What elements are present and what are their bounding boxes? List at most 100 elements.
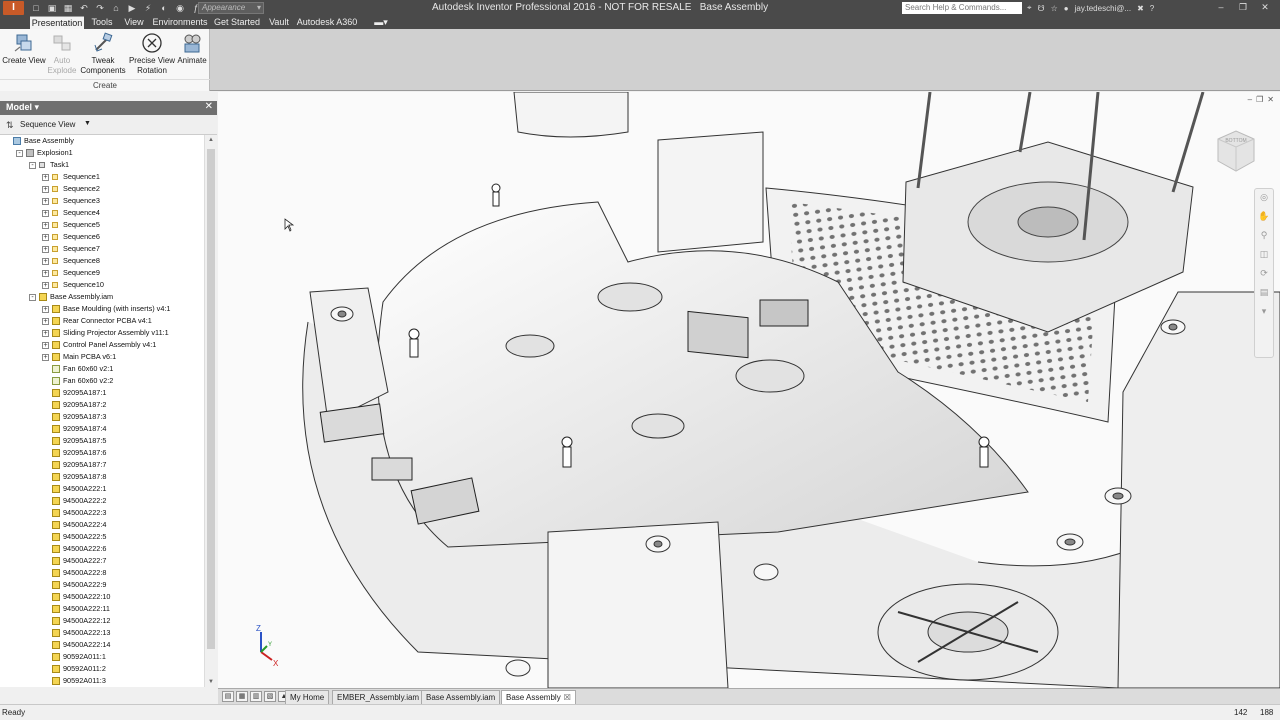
subscription-icon[interactable]: ☋: [1038, 4, 1045, 13]
part-icon: [52, 413, 60, 421]
animate-button[interactable]: Animate: [176, 31, 208, 77]
home-icon[interactable]: ⌂: [110, 2, 122, 14]
close-icon[interactable]: ✕: [1254, 0, 1276, 14]
tab-get-started[interactable]: Get Started: [212, 16, 262, 29]
material-icon[interactable]: ◐: [158, 2, 170, 14]
restore-icon[interactable]: ❐: [1256, 95, 1263, 104]
tab-vault[interactable]: Vault: [266, 16, 292, 29]
chevron-down-icon[interactable]: ▼: [84, 120, 91, 127]
save-icon[interactable]: ▦: [62, 2, 74, 14]
select-icon[interactable]: ▶: [126, 2, 138, 14]
tab-tools[interactable]: Tools: [88, 16, 116, 29]
expand-icon[interactable]: +: [42, 282, 49, 289]
update-icon[interactable]: ⚡: [142, 2, 154, 14]
expand-icon[interactable]: +: [42, 210, 49, 217]
close-tab-icon[interactable]: ☒: [564, 693, 571, 702]
tree-item-label: Sequence4: [63, 208, 100, 217]
doc-tab-my-home[interactable]: My Home: [285, 690, 330, 704]
expand-icon[interactable]: +: [42, 246, 49, 253]
arrange-icon[interactable]: ▧: [264, 691, 276, 702]
steering-wheel-icon[interactable]: ◎: [1255, 192, 1273, 208]
close-icon[interactable]: ✕: [1267, 95, 1274, 104]
tab-presentation[interactable]: Presentation: [30, 16, 84, 29]
browser-title[interactable]: Model ▾: [6, 102, 39, 113]
coordinate-triad: Z X Y: [256, 624, 279, 668]
tab-environments[interactable]: Environments: [152, 16, 208, 29]
collapse-icon[interactable]: -: [29, 162, 36, 169]
precise-view-rotation-icon: [142, 33, 162, 53]
help-icon[interactable]: ?: [1150, 4, 1154, 13]
tab-autodesk-a360[interactable]: Autodesk A360: [296, 16, 358, 29]
doc-tab-base-assembly[interactable]: Base Assembly ☒: [501, 690, 576, 704]
doc-tab-label: Base Assembly.iam: [426, 693, 496, 702]
collapse-icon[interactable]: -: [16, 150, 23, 157]
pan-icon[interactable]: ✋: [1255, 211, 1273, 227]
create-view-button[interactable]: Create View: [2, 31, 46, 77]
document-tabs: ▤ ▦ ▥ ▧ ▲ My Home EMBER_Assembly.iam Bas…: [218, 688, 1280, 704]
scrollbar-thumb[interactable]: [207, 149, 215, 649]
view-mode-select[interactable]: Sequence View: [20, 120, 75, 129]
window-controls: – ❐ ✕: [1210, 0, 1276, 14]
viewcube[interactable]: BOTTOM: [1212, 127, 1258, 175]
minimize-icon[interactable]: –: [1248, 95, 1252, 104]
expand-icon[interactable]: +: [42, 258, 49, 265]
animate-icon: [184, 34, 201, 53]
user-name[interactable]: jay.tedeschi@...: [1075, 4, 1131, 13]
appearance-icon[interactable]: ◉: [174, 2, 186, 14]
open-folder-icon[interactable]: ▣: [46, 2, 58, 14]
scroll-down-icon[interactable]: ▼: [208, 679, 214, 685]
doc-tab-ember-assembly[interactable]: EMBER_Assembly.iam: [332, 690, 425, 704]
auto-explode-button[interactable]: Auto Explode: [46, 31, 78, 77]
tile-vertical-icon[interactable]: ▦: [236, 691, 248, 702]
tweak-components-button[interactable]: Tweak Components: [78, 31, 128, 77]
tab-view[interactable]: View: [120, 16, 148, 29]
zoom-all-icon[interactable]: ◫: [1255, 249, 1273, 265]
new-file-icon[interactable]: □: [30, 2, 42, 14]
graphics-viewport[interactable]: – ❐ ✕ BOTTOM ◎ ✋ ⚲ ◫ ⟳ ▤ ▾ Z X Y: [218, 92, 1280, 688]
doc-tab-base-assembly-iam[interactable]: Base Assembly.iam: [421, 690, 501, 704]
assembly-model-render[interactable]: [218, 92, 1280, 688]
scroll-up-icon[interactable]: ▲: [208, 137, 214, 143]
binoculars-icon[interactable]: ⌖: [1027, 3, 1032, 13]
minimize-icon[interactable]: –: [1210, 0, 1232, 14]
look-at-icon[interactable]: ▤: [1255, 287, 1273, 303]
redo-icon[interactable]: ↷: [94, 2, 106, 14]
tree-item-label: Task1: [50, 160, 70, 169]
tree-item-label: Sequence7: [63, 244, 100, 253]
expand-icon[interactable]: +: [42, 330, 49, 337]
undo-icon[interactable]: ↶: [78, 2, 90, 14]
precise-view-rotation-button[interactable]: Precise View Rotation: [128, 31, 176, 77]
ribbon-panel: Create View Auto Explode Tweak Component…: [0, 29, 1280, 91]
cascade-icon[interactable]: ▥: [250, 691, 262, 702]
expand-icon[interactable]: +: [42, 198, 49, 205]
appearance-dropdown[interactable]: Appearance ▾: [198, 2, 264, 14]
zoom-icon[interactable]: ⚲: [1255, 230, 1273, 246]
ribbon-options-icon[interactable]: ▬▾: [372, 16, 390, 29]
expand-icon[interactable]: +: [42, 234, 49, 241]
expand-icon[interactable]: +: [42, 174, 49, 181]
star-icon[interactable]: ☆: [1051, 4, 1058, 13]
user-icon[interactable]: ●: [1064, 4, 1069, 13]
expand-icon[interactable]: +: [42, 342, 49, 349]
expand-icon[interactable]: +: [42, 354, 49, 361]
expand-icon[interactable]: +: [42, 318, 49, 325]
orbit-icon[interactable]: ⟳: [1255, 268, 1273, 284]
title-right-tools: ⌖ ☋ ☆ ● jay.tedeschi@... ✖ ?: [1027, 2, 1154, 14]
collapse-icon[interactable]: -: [29, 294, 36, 301]
browser-toolbar: ⇅ Sequence View ▼: [0, 115, 217, 135]
exchange-icon[interactable]: ✖: [1137, 4, 1144, 13]
expand-icon[interactable]: +: [42, 270, 49, 277]
expand-icon[interactable]: +: [42, 306, 49, 313]
close-icon[interactable]: ✕: [205, 101, 213, 112]
part-icon: [52, 629, 60, 637]
tree-scrollbar[interactable]: ▲ ▼: [204, 135, 217, 687]
restore-icon[interactable]: ❐: [1232, 0, 1254, 14]
app-logo-icon[interactable]: I: [3, 1, 24, 15]
search-input[interactable]: Search Help & Commands...: [902, 2, 1022, 14]
tile-horizontal-icon[interactable]: ▤: [222, 691, 234, 702]
precise-view-rotation-label-1: Precise View: [128, 56, 176, 65]
navbar-options-icon[interactable]: ▾: [1255, 306, 1273, 322]
inventor-window: I □ ▣ ▦ ↶ ↷ ⌂ ▶ ⚡ ◐ ◉ ƒ Appearance ▾ Aut…: [0, 0, 1280, 720]
expand-icon[interactable]: +: [42, 222, 49, 229]
expand-icon[interactable]: +: [42, 186, 49, 193]
